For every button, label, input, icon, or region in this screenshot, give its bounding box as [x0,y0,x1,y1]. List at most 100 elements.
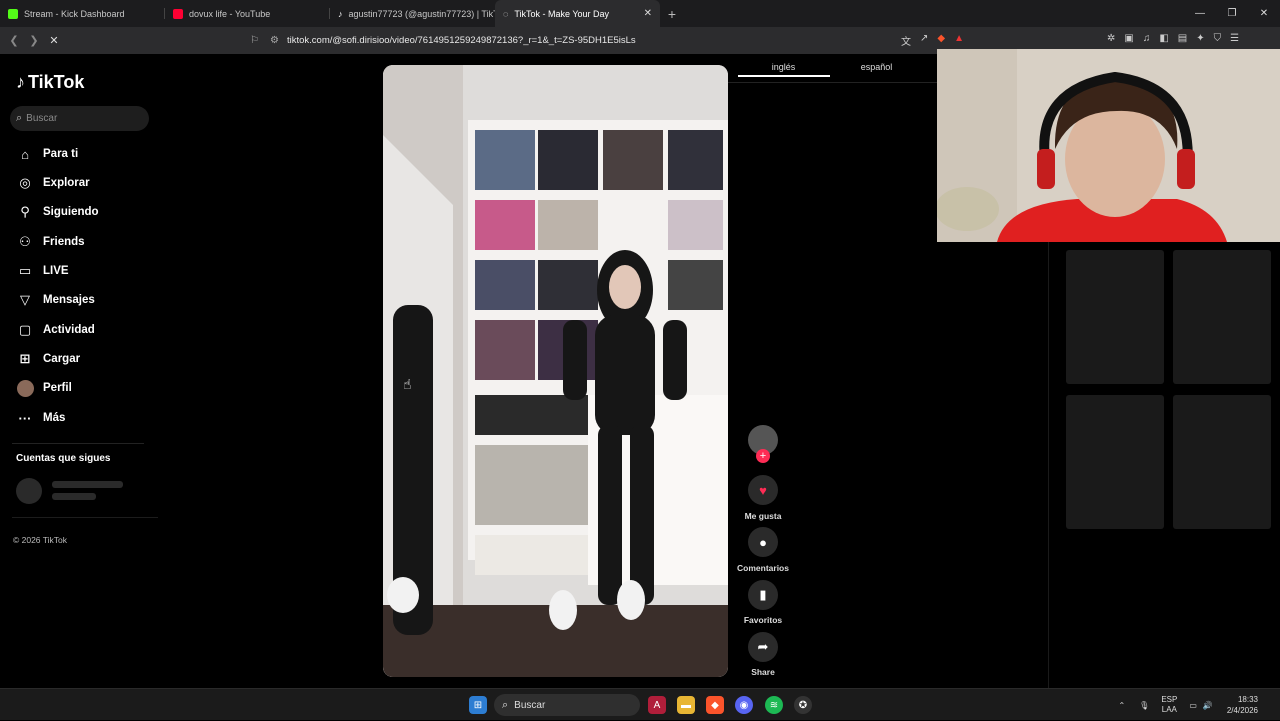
vpn-icon[interactable]: ⛉ [1214,33,1222,44]
kick-icon [8,8,18,19]
toolbar-icons: ✲ ▣ ♫ ◧ ▤ ✦ ⛉ ☰ [1107,33,1239,44]
nav-item-perfil[interactable]: Perfil [16,379,72,397]
divider [728,82,937,83]
start-icon[interactable]: ⊞ [469,696,487,714]
video-card-placeholder[interactable] [1066,250,1164,384]
system-tray: ⌃ 🎙 ESP LAA ▭ 🔊 18:33 2/4/2026 [1118,689,1280,721]
tab-espanol[interactable]: español [830,56,923,80]
skeleton-line [52,493,96,500]
share-label: Share [751,667,775,677]
stop-loading-button[interactable]: ✕ [44,34,64,47]
video-card-placeholder[interactable] [1173,250,1271,384]
restore-button[interactable]: ❐ [1216,0,1248,27]
tab-title: TikTok - Make Your Day [514,8,610,19]
comments-button[interactable]: ● [748,527,778,557]
more-icon: ··· [18,410,32,426]
video-player[interactable] [383,65,728,677]
browser-tab-strip: Stream - Kick Dashboard dovux life - You… [0,0,1280,27]
favorites-button[interactable]: ▮ [748,580,778,610]
network-icon[interactable]: ▭ [1189,701,1197,710]
url-field[interactable]: ⚐ ⚙ tiktok.com/@sofi.dirisioo/video/7614… [250,31,990,50]
nav-label: Más [43,412,66,424]
nav-label: Explorar [43,177,90,189]
back-button[interactable]: ❮ [4,34,24,47]
heart-icon: ♥ [759,482,767,498]
messages-icon: ▽ [20,292,30,307]
microphone-icon[interactable]: 🎙 [1139,701,1149,710]
discord-icon[interactable]: ◉ [735,696,753,714]
tiktok-sidebar: ♪ TikTok ⌕ Buscar ⌂ Para ti ◎ Explorar ⚲ Si… [0,54,160,688]
nav-item-explorar[interactable]: ◎ Explorar [16,174,90,192]
video-card-placeholder[interactable] [1066,395,1164,529]
search-placeholder: Buscar [26,113,58,124]
tab-title: dovux life - YouTube [189,8,271,19]
like-button[interactable]: ♥ [748,475,778,505]
tab-title: Stream - Kick Dashboard [24,8,125,19]
url-text: tiktok.com/@sofi.dirisioo/video/76149512… [286,35,636,46]
tab-youtube[interactable]: dovux life - YouTube [165,0,330,27]
search-icon: ⌕ [502,698,509,711]
nav-label: Perfil [43,382,72,394]
brave-shield-icon[interactable]: ◆ [937,33,945,48]
chevron-up-icon[interactable]: ⌃ [1118,701,1125,710]
nav-item-friends[interactable]: ⚇ Friends [16,233,85,251]
share-icon[interactable]: ↗ [920,33,928,48]
nav-item-mensajes[interactable]: ▽ Mensajes [16,291,95,309]
bookmark-icon: ▮ [759,587,767,602]
menu-icon[interactable]: ☰ [1230,33,1239,44]
language-indicator[interactable]: ESP LAA [1161,695,1177,715]
bookmark-icon[interactable]: ⚐ [250,35,259,46]
media-icon[interactable]: ♫ [1143,33,1151,44]
spotify-icon[interactable]: ≋ [765,696,783,714]
nav-item-mas[interactable]: ··· Más [16,409,66,427]
comment-icon: ● [759,534,767,550]
forward-button[interactable]: ❯ [24,34,44,47]
home-icon: ⌂ [21,146,29,162]
follow-plus-icon[interactable]: + [756,449,770,463]
clock[interactable]: 18:33 2/4/2026 [1227,694,1258,716]
webcam-frame [937,49,1280,242]
tab-title: agustin77723 (@agustin77723) | TikT [348,8,496,19]
nav-label: Friends [43,236,85,248]
nav-item-actividad[interactable]: ▢ Actividad [16,321,95,339]
profile-avatar-icon [16,379,34,397]
tab-kick[interactable]: Stream - Kick Dashboard [0,0,165,27]
divider [1048,242,1049,688]
minimize-button[interactable]: — [1184,0,1216,27]
nav-label: Cargar [43,353,81,365]
search-icon: ⌕ [16,112,23,124]
extensions-icon[interactable]: ✲ [1107,33,1115,44]
volume-icon[interactable]: 🔊 [1203,701,1213,710]
following-section-title: Cuentas que sigues [16,453,111,464]
lang-bottom: LAA [1161,705,1177,714]
taskbar-search[interactable]: ⌕ Buscar [494,694,640,716]
copyright-text: © 2026 TikTok [13,535,67,545]
search-input[interactable]: ⌕ Buscar [10,106,149,131]
logo-text: TikTok [28,72,85,92]
new-tab-button[interactable]: + [660,0,684,27]
nav-item-live[interactable]: ▭ LIVE [16,262,69,280]
sidebar-toggle-icon[interactable]: ◧ [1159,33,1168,44]
app-icon[interactable]: ✪ [794,696,812,714]
nav-item-para-ti[interactable]: ⌂ Para ti [16,145,78,163]
site-info-icon[interactable]: ⚙ [270,35,279,46]
tiktok-icon: ♪ [338,8,343,19]
nav-label: Para ti [43,148,79,160]
brave-browser-icon[interactable]: ◆ [706,696,724,714]
leo-icon[interactable]: ✦ [1196,33,1204,44]
screenshot-icon[interactable]: ▣ [1124,33,1133,44]
nav-item-siguiendo[interactable]: ⚲ Siguiendo [16,203,98,221]
translate-icon[interactable]: 文 [901,33,911,48]
tab-tiktok-active[interactable]: ◌ TikTok - Make Your Day ✕ [495,0,660,27]
app-icon[interactable]: A [648,696,666,714]
close-window-button[interactable]: ✕ [1248,0,1280,27]
brave-rewards-icon[interactable]: ▲ [954,33,964,48]
tab-tiktok-profile[interactable]: ♪ agustin77723 (@agustin77723) | TikT [330,0,495,27]
nav-item-cargar[interactable]: ⊞ Cargar [16,350,81,368]
video-card-placeholder[interactable] [1173,395,1271,529]
wallet-icon[interactable]: ▤ [1178,33,1187,44]
file-explorer-icon[interactable]: ▬ [677,696,695,714]
share-button[interactable]: ➦ [748,632,778,662]
tiktok-logo[interactable]: ♪ TikTok [16,72,84,93]
close-tab-icon[interactable]: ✕ [644,8,652,19]
